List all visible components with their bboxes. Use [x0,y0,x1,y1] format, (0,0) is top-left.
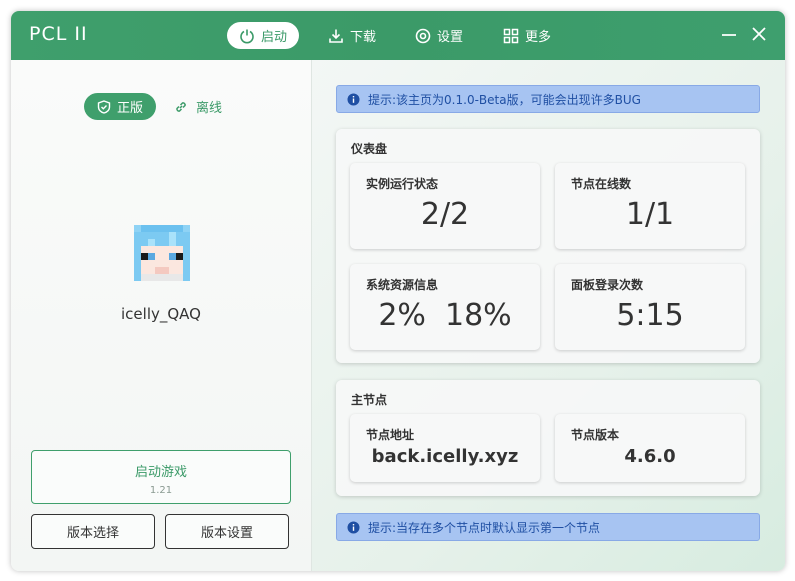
offline-account-button[interactable]: 离线 [174,93,222,120]
hint-bottom-text: 提示:当存在多个节点时默认显示第一个节点 [368,520,601,535]
launcher-window: PCL II 启动 下载 设置 更多 正版 离线 icelly_QAQ 启动游戏… [11,11,785,571]
title-bar: PCL II 启动 下载 设置 更多 [11,11,785,60]
shield-icon [97,99,111,114]
tile-value: 1/1 [625,197,675,232]
node-address-tile: 节点地址 back.icelly.xyz [350,414,540,482]
tab-more[interactable]: 更多 [503,22,551,49]
tile-label: 实例运行状态 [366,177,439,191]
app-title: PCL II [29,23,88,45]
main-panel: 提示:该主页为0.1.0-Beta版，可能会出现许多BUG 仪表盘 实例运行状态… [312,60,785,571]
download-icon [328,28,344,44]
tile-label: 节点地址 [366,428,415,442]
tab-launch-label: 启动 [261,30,288,45]
tab-launch[interactable]: 启动 [227,22,300,49]
username: icelly_QAQ [121,305,201,323]
tile-label: 系统资源信息 [366,278,439,292]
tile-value: 5:15 [616,298,684,333]
tile-value: back.icelly.xyz [371,446,519,467]
launch-game-label: 启动游戏 [134,465,187,480]
close-icon[interactable] [750,25,768,43]
version-select-button[interactable]: 版本选择 [31,514,155,549]
info-icon [347,93,360,106]
settings-icon [415,28,431,44]
dashboard-title: 仪表盘 [351,142,388,156]
power-icon [239,28,255,44]
game-version: 1.21 [149,485,173,496]
version-settings-button[interactable]: 版本设置 [165,514,289,549]
dashboard-card: 仪表盘 实例运行状态 2/2 节点在线数 1/1 系统资源信息 2% 18% 面… [336,129,760,363]
offline-label: 离线 [196,101,223,116]
tile-value: 4.6.0 [624,446,676,467]
official-account-button[interactable]: 正版 [84,93,156,120]
info-icon [347,521,360,534]
panel-logins-tile: 面板登录次数 5:15 [555,264,745,350]
system-resources-tile: 系统资源信息 2% 18% [350,264,540,350]
tile-label: 节点在线数 [571,177,632,191]
left-panel: 正版 离线 icelly_QAQ 启动游戏 1.21 版本选择 版本设置 [11,60,311,571]
tab-download[interactable]: 下载 [328,22,376,49]
tile-value: 2/2 [420,197,470,232]
tab-settings[interactable]: 设置 [415,22,463,49]
tab-settings-label: 设置 [437,30,464,45]
tile-label: 面板登录次数 [571,278,644,292]
node-version-tile: 节点版本 4.6.0 [555,414,745,482]
main-node-title: 主节点 [351,393,388,407]
avatar[interactable] [134,225,190,281]
launch-game-button[interactable]: 启动游戏 1.21 [31,450,291,504]
official-label: 正版 [116,101,143,116]
tile-label: 节点版本 [571,428,620,442]
link-icon [174,100,188,114]
tile-value: 2% 18% [378,298,512,333]
tab-more-label: 更多 [525,30,552,45]
hint-top-text: 提示:该主页为0.1.0-Beta版，可能会出现许多BUG [368,92,641,107]
tab-download-label: 下载 [350,30,377,45]
hint-banner-bottom: 提示:当存在多个节点时默认显示第一个节点 [336,513,760,541]
instance-status-tile: 实例运行状态 2/2 [350,163,540,249]
minimize-icon[interactable] [720,25,738,43]
grid-icon [503,28,519,44]
main-node-card: 主节点 节点地址 back.icelly.xyz 节点版本 4.6.0 [336,380,760,496]
hint-banner-top: 提示:该主页为0.1.0-Beta版，可能会出现许多BUG [336,85,760,113]
nodes-online-tile: 节点在线数 1/1 [555,163,745,249]
